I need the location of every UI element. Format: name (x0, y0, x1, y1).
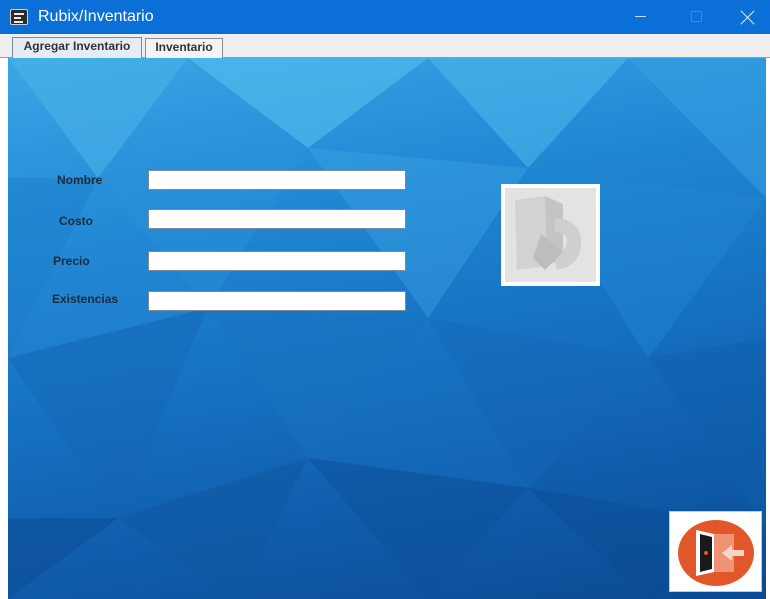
maximize-button[interactable] (674, 0, 718, 34)
title-bar[interactable]: Rubix/Inventario (0, 0, 770, 34)
precio-field[interactable] (148, 251, 406, 271)
nombre-field[interactable] (148, 170, 406, 190)
minimize-icon (635, 16, 646, 17)
existencias-label: Existencias (52, 292, 119, 306)
minimize-button[interactable] (618, 0, 662, 34)
exit-door-icon (678, 520, 754, 586)
product-image-frame[interactable] (501, 184, 600, 286)
close-button[interactable] (726, 0, 770, 34)
tab-strip: Agregar Inventario Inventario (0, 34, 770, 58)
exit-button[interactable] (669, 511, 762, 592)
existencias-field[interactable] (148, 291, 406, 311)
precio-label: Precio (53, 254, 90, 268)
background-pattern (8, 58, 766, 599)
costo-label: Costo (59, 214, 93, 228)
nombre-label: Nombre (57, 173, 103, 187)
app-window: Rubix/Inventario Agregar Inventario Inve… (0, 0, 770, 599)
costo-field[interactable] (148, 209, 406, 229)
tab-inventario[interactable]: Inventario (145, 38, 223, 58)
image-placeholder-icon (505, 188, 596, 282)
tab-agregar-inventario[interactable]: Agregar Inventario (12, 37, 142, 58)
maximize-icon (691, 11, 702, 22)
window-title: Rubix/Inventario (38, 8, 154, 25)
tab-content-panel: Nombre Costo Precio Existencias (8, 58, 766, 599)
app-icon (10, 9, 28, 25)
